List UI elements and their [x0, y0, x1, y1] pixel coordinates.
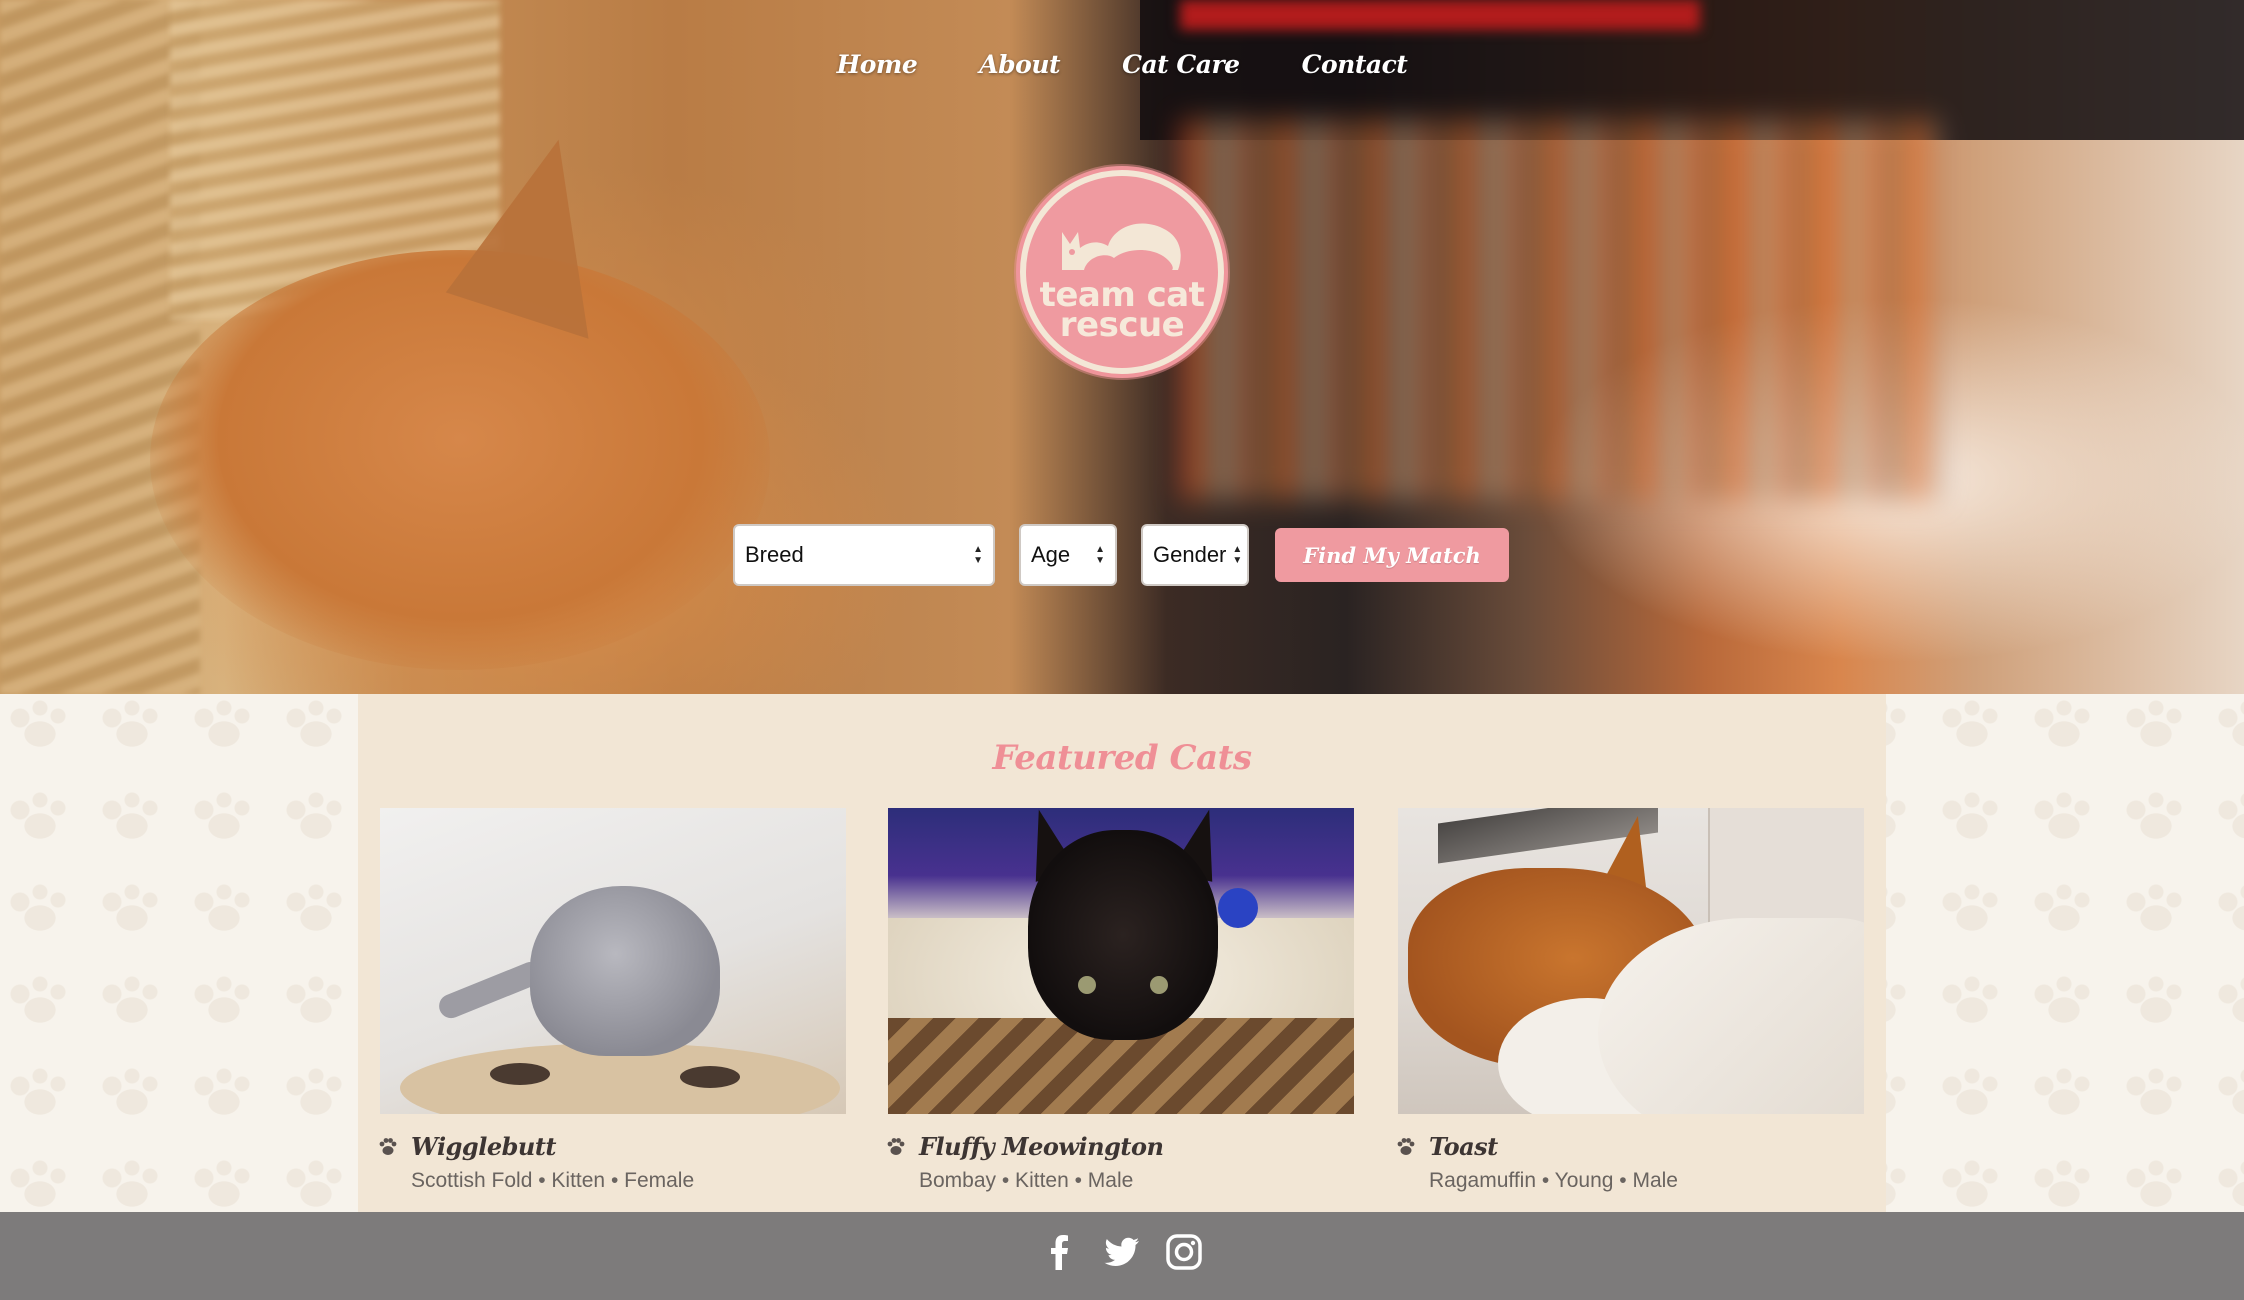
cat-details: Ragamuffin • Young • Male — [1429, 1169, 1678, 1192]
gray-kitten — [530, 886, 720, 1056]
match-search-bar: Breed ▲ ▼ Age ▲ ▼ Gender ▲ ▼ Find My Match — [733, 524, 1509, 586]
cat-card[interactable]: Wigglebutt Scottish Fold • Kitten • Fema… — [379, 808, 846, 1193]
cat-name-row: Toast — [1397, 1132, 1864, 1161]
cat-name[interactable]: Toast — [1429, 1132, 1498, 1161]
logo-badge: team cat rescue — [1026, 176, 1218, 368]
twitter-icon[interactable] — [1102, 1232, 1142, 1272]
cat-name[interactable]: Fluffy Meowington — [919, 1132, 1164, 1161]
cat-photo[interactable] — [888, 808, 1354, 1114]
kitten-eye — [1150, 976, 1168, 994]
gender-select[interactable]: Gender ▲ ▼ — [1141, 524, 1249, 586]
black-kitten — [1028, 830, 1218, 1040]
sleeping-cat — [150, 250, 770, 670]
age-select-value: Age — [1031, 542, 1071, 567]
instagram-icon[interactable] — [1164, 1232, 1204, 1272]
nav-cat-care[interactable]: Cat Care — [1122, 50, 1240, 79]
cat-photo[interactable] — [1398, 808, 1864, 1114]
cat-name[interactable]: Wigglebutt — [411, 1132, 557, 1161]
cat-silhouette-icon — [1062, 223, 1181, 270]
footer — [0, 1212, 2244, 1300]
featured-title: Featured Cats — [992, 738, 1252, 778]
cat-name-row: Wigglebutt — [379, 1132, 846, 1161]
cat-card[interactable]: Fluffy Meowington Bombay • Kitten • Male — [887, 808, 1354, 1193]
nav-home[interactable]: Home — [837, 50, 918, 79]
cat-bed-hole — [490, 1063, 550, 1085]
breed-select[interactable]: Breed ▲ ▼ — [733, 524, 995, 586]
kitten-eye — [1078, 976, 1096, 994]
select-arrows-icon: ▲ ▼ — [1095, 544, 1105, 566]
nav-about[interactable]: About — [979, 50, 1060, 79]
background-books — [1180, 120, 1940, 500]
paw-icon — [379, 1137, 397, 1155]
cat-card[interactable]: Toast Ragamuffin • Young • Male — [1397, 808, 1864, 1193]
find-my-match-button[interactable]: Find My Match — [1275, 528, 1509, 582]
cat-details: Scottish Fold • Kitten • Female — [411, 1169, 695, 1192]
paw-icon — [1397, 1137, 1415, 1155]
toy-ball — [1218, 888, 1258, 928]
gender-select-value: Gender — [1153, 542, 1227, 567]
nav-contact[interactable]: Contact — [1302, 50, 1408, 79]
hero-banner: Home About Cat Care Contact team cat res… — [0, 0, 2244, 694]
social-links — [0, 1232, 2244, 1272]
main-nav: Home About Cat Care Contact — [0, 50, 2244, 79]
cat-name-row: Fluffy Meowington — [887, 1132, 1354, 1161]
paw-icon — [887, 1137, 905, 1155]
age-select[interactable]: Age ▲ ▼ — [1019, 524, 1117, 586]
site-logo[interactable]: team cat rescue — [1016, 166, 1228, 378]
background-books-top — [1180, 0, 1700, 30]
select-arrows-icon: ▲ ▼ — [1232, 544, 1243, 566]
cat-bed-hole — [680, 1066, 740, 1088]
breed-select-value: Breed — [745, 542, 804, 567]
facebook-icon[interactable] — [1040, 1232, 1080, 1272]
select-arrows-icon: ▲ ▼ — [973, 544, 983, 566]
logo-text-line2: rescue — [1059, 305, 1185, 345]
cat-photo[interactable] — [380, 808, 846, 1114]
cat-details: Bombay • Kitten • Male — [919, 1169, 1134, 1192]
